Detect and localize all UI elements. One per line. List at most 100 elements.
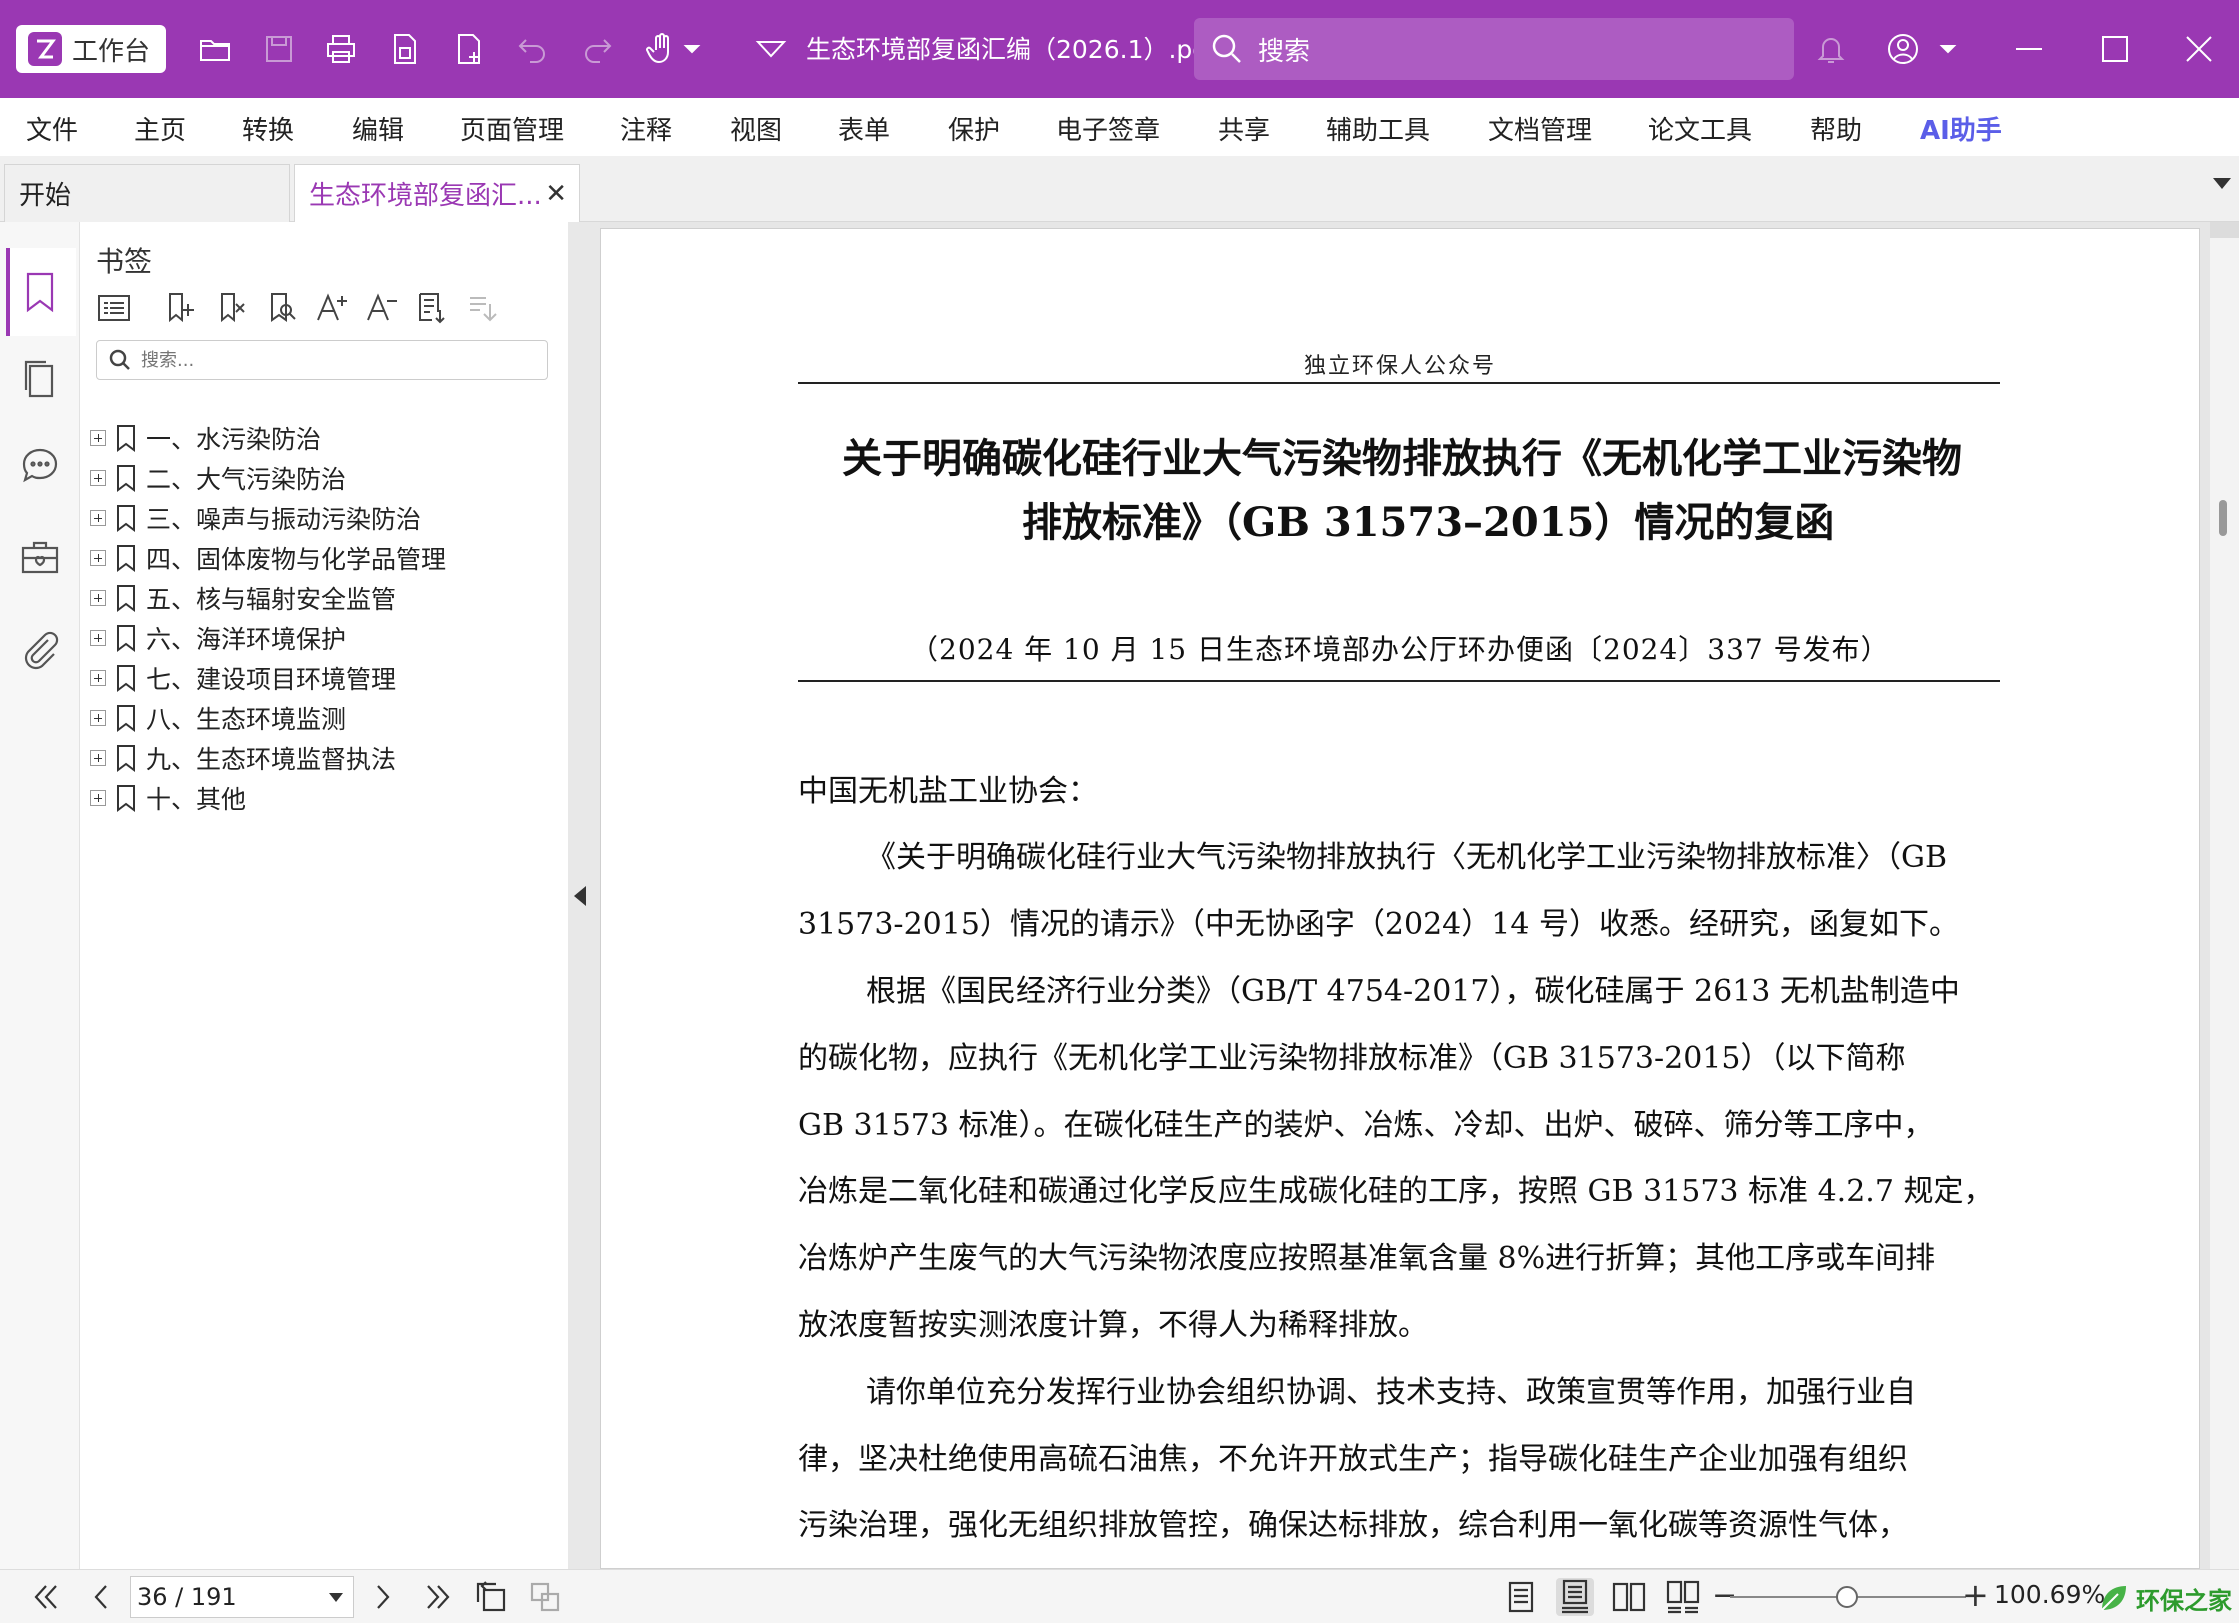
previous-view-icon[interactable] [472, 1578, 510, 1616]
notification-bell-icon[interactable] [1812, 30, 1850, 68]
menu-document-management[interactable]: 文档管理 [1488, 110, 1592, 147]
print-icon[interactable] [322, 30, 360, 68]
workbench-button[interactable]: 工作台 [16, 25, 166, 73]
bookmark-item[interactable]: 六、海洋环境保护 [90, 618, 346, 658]
expand-toggle-icon[interactable] [90, 470, 106, 486]
menu-page-management[interactable]: 页面管理 [460, 110, 564, 147]
undo-icon[interactable] [514, 30, 552, 68]
hand-tool-dropdown-icon[interactable] [680, 30, 704, 68]
expand-bookmarks-icon[interactable] [464, 290, 500, 326]
menu-file[interactable]: 文件 [26, 110, 78, 147]
bookmark-search-input[interactable] [141, 349, 521, 371]
bookmark-search-box[interactable] [96, 340, 548, 380]
close-tab-icon[interactable]: ✕ [545, 179, 567, 209]
minimize-icon[interactable] [2010, 30, 2048, 68]
tab-document[interactable]: 生态环境部复函汇... ✕ [294, 164, 580, 222]
page-dropdown-icon[interactable] [329, 1593, 343, 1602]
quick-access-dropdown-icon[interactable] [752, 30, 790, 68]
bookmark-panel-icon[interactable] [18, 270, 62, 314]
body-line: GB 31573 标准）。在碳化硅生产的装炉、冶炼、冷却、出炉、破碎、筛分等工序… [798, 1108, 1934, 1143]
delete-bookmark-icon[interactable] [214, 290, 250, 326]
bookmark-item[interactable]: 三、噪声与振动污染防治 [90, 498, 421, 538]
bookmark-item[interactable]: 十、其他 [90, 778, 246, 818]
bookmark-item[interactable]: 八、生态环境监测 [90, 698, 346, 738]
comments-panel-icon[interactable] [18, 444, 62, 488]
tab-start[interactable]: 开始 [4, 164, 290, 222]
bookmark-item[interactable]: 七、建设项目环境管理 [90, 658, 396, 698]
expand-toggle-icon[interactable] [90, 790, 106, 806]
new-file-icon[interactable] [450, 30, 488, 68]
continuous-facing-view-icon[interactable] [1664, 1578, 1702, 1616]
expand-toggle-icon[interactable] [90, 510, 106, 526]
next-page-icon[interactable] [364, 1578, 402, 1616]
menu-accessibility-tools[interactable]: 辅助工具 [1326, 110, 1430, 147]
add-bookmark-icon[interactable] [162, 290, 198, 326]
menu-edit[interactable]: 编辑 [352, 110, 404, 147]
bookmark-item[interactable]: 五、核与辐射安全监管 [90, 578, 396, 618]
menu-convert[interactable]: 转换 [242, 110, 294, 147]
menu-view[interactable]: 视图 [730, 110, 782, 147]
toolbox-icon[interactable] [18, 536, 62, 580]
bookmark-list-view-icon[interactable] [96, 290, 132, 326]
tab-document-label: 生态环境部复函汇... [309, 181, 542, 211]
single-page-view-icon[interactable] [1502, 1578, 1540, 1616]
expand-toggle-icon[interactable] [90, 750, 106, 766]
expand-toggle-icon[interactable] [90, 590, 106, 606]
global-search-box[interactable]: 搜索 [1194, 18, 1794, 80]
bookmark-item[interactable]: 九、生态环境监督执法 [90, 738, 396, 778]
bookmark-item-label: 七、建设项目环境管理 [146, 665, 397, 694]
redo-icon[interactable] [578, 30, 616, 68]
collapse-panel-icon[interactable] [574, 886, 586, 906]
expand-toggle-icon[interactable] [90, 710, 106, 726]
bookmark-item-label: 二、大气污染防治 [146, 465, 347, 494]
menu-forms[interactable]: 表单 [838, 110, 890, 147]
menu-help[interactable]: 帮助 [1810, 110, 1862, 147]
first-page-icon[interactable] [28, 1578, 66, 1616]
menu-ai-assistant[interactable]: AI助手 [1920, 110, 2002, 147]
account-dropdown-icon[interactable] [1936, 30, 1960, 68]
page-number-input[interactable]: 36 / 191 [130, 1576, 354, 1618]
account-avatar-icon[interactable] [1884, 30, 1922, 68]
menu-e-signature[interactable]: 电子签章 [1056, 110, 1160, 147]
zoom-level[interactable]: 100.69% [1994, 1580, 2105, 1609]
zoom-in-button[interactable]: + [1962, 1576, 1989, 1614]
vertical-scrollbar[interactable] [2210, 222, 2239, 1569]
menu-annotate[interactable]: 注释 [620, 110, 672, 147]
next-view-icon[interactable] [526, 1578, 564, 1616]
scrollbar-thumb[interactable] [2219, 500, 2227, 536]
menu-home[interactable]: 主页 [134, 110, 186, 147]
menu-share[interactable]: 共享 [1218, 110, 1270, 147]
expand-toggle-icon[interactable] [90, 670, 106, 686]
watermark-text: 环保之家 [2136, 1586, 2232, 1615]
find-bookmark-icon[interactable] [264, 290, 300, 326]
last-page-icon[interactable] [418, 1578, 456, 1616]
file-export-icon[interactable] [386, 30, 424, 68]
increase-font-icon[interactable] [314, 290, 350, 326]
expand-toggle-icon[interactable] [90, 630, 106, 646]
expand-toggle-icon[interactable] [90, 430, 106, 446]
decrease-font-icon[interactable] [364, 290, 400, 326]
zoom-slider-thumb[interactable] [1836, 1586, 1858, 1608]
close-window-icon[interactable] [2180, 30, 2218, 68]
maximize-icon[interactable] [2096, 30, 2134, 68]
bookmark-item[interactable]: 一、水污染防治 [90, 418, 321, 458]
bookmark-item[interactable]: 四、固体废物与化学品管理 [90, 538, 446, 578]
previous-page-icon[interactable] [82, 1578, 120, 1616]
expand-toggle-icon[interactable] [90, 550, 106, 566]
menu-protect[interactable]: 保护 [948, 110, 1000, 147]
page-thumbnails-icon[interactable] [18, 356, 62, 400]
menu-thesis-tools[interactable]: 论文工具 [1648, 110, 1752, 147]
facing-pages-view-icon[interactable] [1610, 1578, 1648, 1616]
scrollbar-top-arrow[interactable] [2210, 222, 2239, 238]
tab-list-dropdown-icon[interactable] [2213, 178, 2231, 189]
bookmark-icon [114, 624, 138, 652]
save-icon[interactable] [260, 30, 298, 68]
attachments-icon[interactable] [18, 626, 62, 670]
open-folder-icon[interactable] [196, 30, 234, 68]
hand-tool-icon[interactable] [642, 30, 680, 68]
continuous-view-icon[interactable] [1556, 1578, 1594, 1616]
bookmark-item[interactable]: 二、大气污染防治 [90, 458, 346, 498]
bookmark-properties-icon[interactable] [414, 290, 450, 326]
bookmark-item-label: 六、海洋环境保护 [146, 625, 347, 654]
page-indicator: 36 / 191 [137, 1583, 237, 1611]
